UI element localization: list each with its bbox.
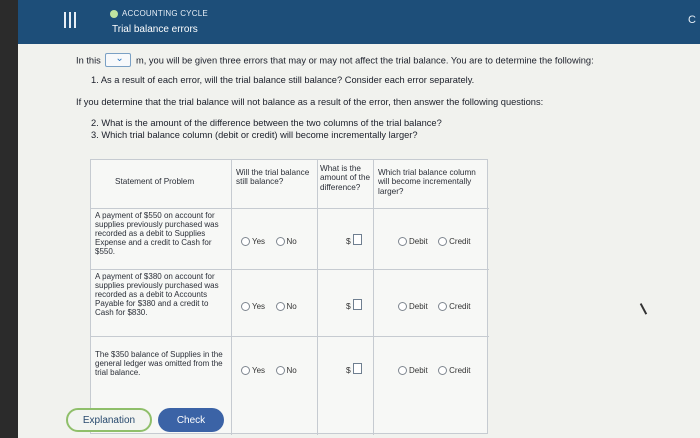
section-label: ACCOUNTING CYCLE: [122, 9, 208, 18]
radio-debit[interactable]: [398, 237, 407, 246]
radio-credit[interactable]: [438, 366, 448, 375]
balance-options-2: Yes No: [241, 298, 303, 316]
intro-prefix: In this: [76, 55, 101, 66]
top-bar: ACCOUNTING CYCLE Trial balance errors C: [18, 0, 700, 44]
chevron-down-icon: ⌄: [115, 53, 124, 64]
column-divider: [373, 160, 374, 435]
check-button[interactable]: Check: [158, 408, 224, 432]
row-divider: [91, 208, 489, 209]
column-divider: [231, 160, 232, 435]
yes-option[interactable]: Yes: [241, 366, 265, 375]
problem-2: A payment of $380 on account for supplie…: [95, 272, 219, 317]
radio-no[interactable]: [275, 302, 285, 311]
radio-credit[interactable]: [438, 237, 448, 246]
problem-3: The $350 balance of Supplies in the gene…: [95, 350, 223, 377]
difference-input-3[interactable]: $: [346, 360, 362, 378]
radio-debit[interactable]: [398, 302, 407, 311]
trial-balance-errors-table: Statement of Problem Will the trial bala…: [90, 159, 489, 435]
row-divider: [91, 269, 489, 270]
amount-input[interactable]: [352, 363, 362, 375]
intro-suffix: m, you will be given three errors that m…: [136, 55, 594, 66]
item-2: 2. What is the amount of the difference …: [91, 118, 442, 128]
debit-option[interactable]: Debit: [398, 366, 428, 375]
intro-dropdown[interactable]: ⌄: [105, 53, 132, 67]
difference-input-1[interactable]: $: [346, 231, 362, 249]
balance-options-3: Yes No: [241, 362, 303, 380]
intro-line: In this ⌄ m, you will be given three err…: [76, 53, 594, 68]
debit-option[interactable]: Debit: [398, 237, 428, 246]
amount-input[interactable]: [352, 234, 362, 246]
yes-option[interactable]: Yes: [241, 302, 265, 311]
no-option[interactable]: No: [275, 302, 297, 311]
header-difference: What is the amount of the difference?: [320, 164, 371, 192]
header-which-column: Which trial balance column will become i…: [378, 168, 476, 196]
difference-input-2[interactable]: $: [346, 296, 362, 314]
radio-yes[interactable]: [241, 237, 250, 246]
item-3: 3. Which trial balance column (debit or …: [91, 130, 418, 140]
item-1: 1. As a result of each error, will the t…: [91, 75, 475, 85]
status-dot-icon: [110, 9, 118, 18]
column-options-1: Debit Credit: [398, 233, 476, 251]
radio-no[interactable]: [275, 366, 285, 375]
page-title: Trial balance errors: [112, 24, 198, 35]
column-options-2: Debit Credit: [398, 298, 476, 316]
section-row: ACCOUNTING CYCLE: [110, 9, 208, 18]
radio-credit[interactable]: [438, 302, 448, 311]
no-option[interactable]: No: [275, 366, 297, 375]
row-divider: [91, 336, 489, 337]
if-not-text: If you determine that the trial balance …: [76, 97, 544, 107]
app-screen: ACCOUNTING CYCLE Trial balance errors C …: [18, 0, 700, 438]
radio-no[interactable]: [275, 237, 285, 246]
header-still-balance: Will the trial balance still balance?: [236, 168, 310, 187]
yes-option[interactable]: Yes: [241, 237, 265, 246]
problem-1: A payment of $550 on account for supplie…: [95, 211, 219, 256]
main-content: In this ⌄ m, you will be given three err…: [18, 44, 700, 438]
debit-option[interactable]: Debit: [398, 302, 428, 311]
explanation-button[interactable]: Explanation: [66, 408, 152, 432]
credit-option[interactable]: Credit: [438, 237, 470, 246]
credit-option[interactable]: Credit: [438, 302, 470, 311]
menu-icon[interactable]: [64, 12, 78, 28]
column-options-3: Debit Credit: [398, 362, 476, 380]
radio-yes[interactable]: [241, 366, 250, 375]
balance-options-1: Yes No: [241, 233, 303, 251]
radio-debit[interactable]: [398, 366, 407, 375]
header-statement: Statement of Problem: [115, 177, 195, 186]
radio-yes[interactable]: [241, 302, 250, 311]
credit-option[interactable]: Credit: [438, 366, 470, 375]
right-edge-icon: C: [688, 14, 696, 26]
no-option[interactable]: No: [275, 237, 297, 246]
column-divider: [317, 160, 318, 435]
amount-input[interactable]: [352, 299, 362, 311]
mouse-cursor-icon: [639, 299, 655, 315]
